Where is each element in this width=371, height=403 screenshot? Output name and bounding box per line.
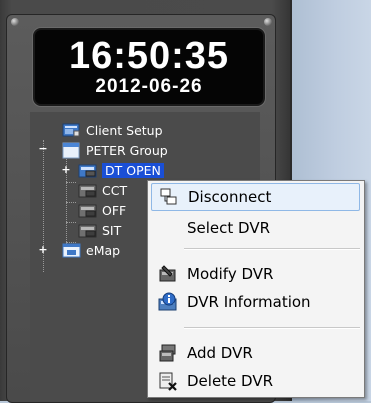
blank-icon — [157, 218, 179, 238]
clock-date: 2012-06-26 — [95, 76, 203, 97]
menu-item-label: Add DVR — [187, 344, 253, 362]
group-folder-icon — [62, 142, 80, 158]
delete-dvr-icon — [157, 371, 179, 391]
tree-item-label: OFF — [102, 202, 127, 218]
dvr-icon — [78, 164, 97, 177]
tree-connector — [66, 202, 76, 203]
menu-item-label: Select DVR — [187, 219, 271, 237]
disconnect-icon — [158, 187, 180, 207]
menu-item-label: Disconnect — [188, 188, 272, 206]
menu-item-add-dvr[interactable]: Add DVR — [151, 339, 360, 367]
menu-item-label: Delete DVR — [187, 372, 274, 390]
tree-item-off[interactable]: OFF — [78, 200, 126, 220]
add-dvr-icon — [157, 343, 179, 363]
menu-item-select-dvr[interactable]: Select DVR — [151, 214, 360, 242]
tree-item-label: CCT — [102, 182, 128, 198]
tree-item-sit[interactable]: SIT — [78, 220, 121, 240]
menu-item-delete-dvr[interactable]: Delete DVR — [151, 367, 360, 395]
menu-item-modify-dvr[interactable]: Modify DVR — [151, 260, 360, 288]
tree-item-label: Client Setup — [86, 122, 163, 138]
clock-display: 16:50:35 2012-06-26 — [33, 28, 265, 106]
emap-icon — [62, 243, 81, 257]
context-menu: Disconnect Select DVR Modify DVR DVR Inf — [147, 180, 365, 398]
tree-item-emap[interactable]: eMap — [62, 240, 120, 260]
tree-connector — [66, 222, 76, 223]
dvr-icon — [78, 184, 97, 197]
dvr-icon — [78, 204, 97, 217]
menu-separator — [184, 248, 360, 250]
dvr-info-icon — [157, 292, 179, 312]
expand-icon[interactable]: + — [38, 243, 48, 256]
menu-separator — [184, 327, 360, 329]
tree-item-dt-open[interactable]: DT OPEN — [78, 160, 164, 180]
client-setup-icon — [62, 123, 80, 136]
dvr-icon — [78, 224, 97, 237]
collapse-icon[interactable]: − — [38, 142, 48, 155]
menu-item-label: Modify DVR — [187, 265, 274, 283]
tree-connector — [66, 182, 76, 183]
tree-item-peter-group[interactable]: PETER Group — [62, 140, 168, 160]
screw-icon — [264, 18, 272, 26]
tree-item-label: SIT — [102, 222, 122, 238]
tree-item-client-setup[interactable]: Client Setup — [62, 120, 163, 140]
tree-item-label: PETER Group — [86, 142, 168, 158]
tree-item-cct[interactable]: CCT — [78, 180, 127, 200]
modify-dvr-icon — [157, 264, 179, 284]
tree-item-label: eMap — [86, 242, 121, 258]
tree-item-label: DT OPEN — [102, 162, 164, 178]
menu-item-label: DVR Information — [187, 293, 311, 311]
menu-item-disconnect[interactable]: Disconnect — [151, 183, 360, 211]
screw-icon — [11, 18, 19, 26]
menu-item-dvr-information[interactable]: DVR Information — [151, 288, 360, 316]
expand-icon[interactable]: + — [61, 163, 71, 176]
clock-time: 16:50:35 — [68, 35, 230, 77]
